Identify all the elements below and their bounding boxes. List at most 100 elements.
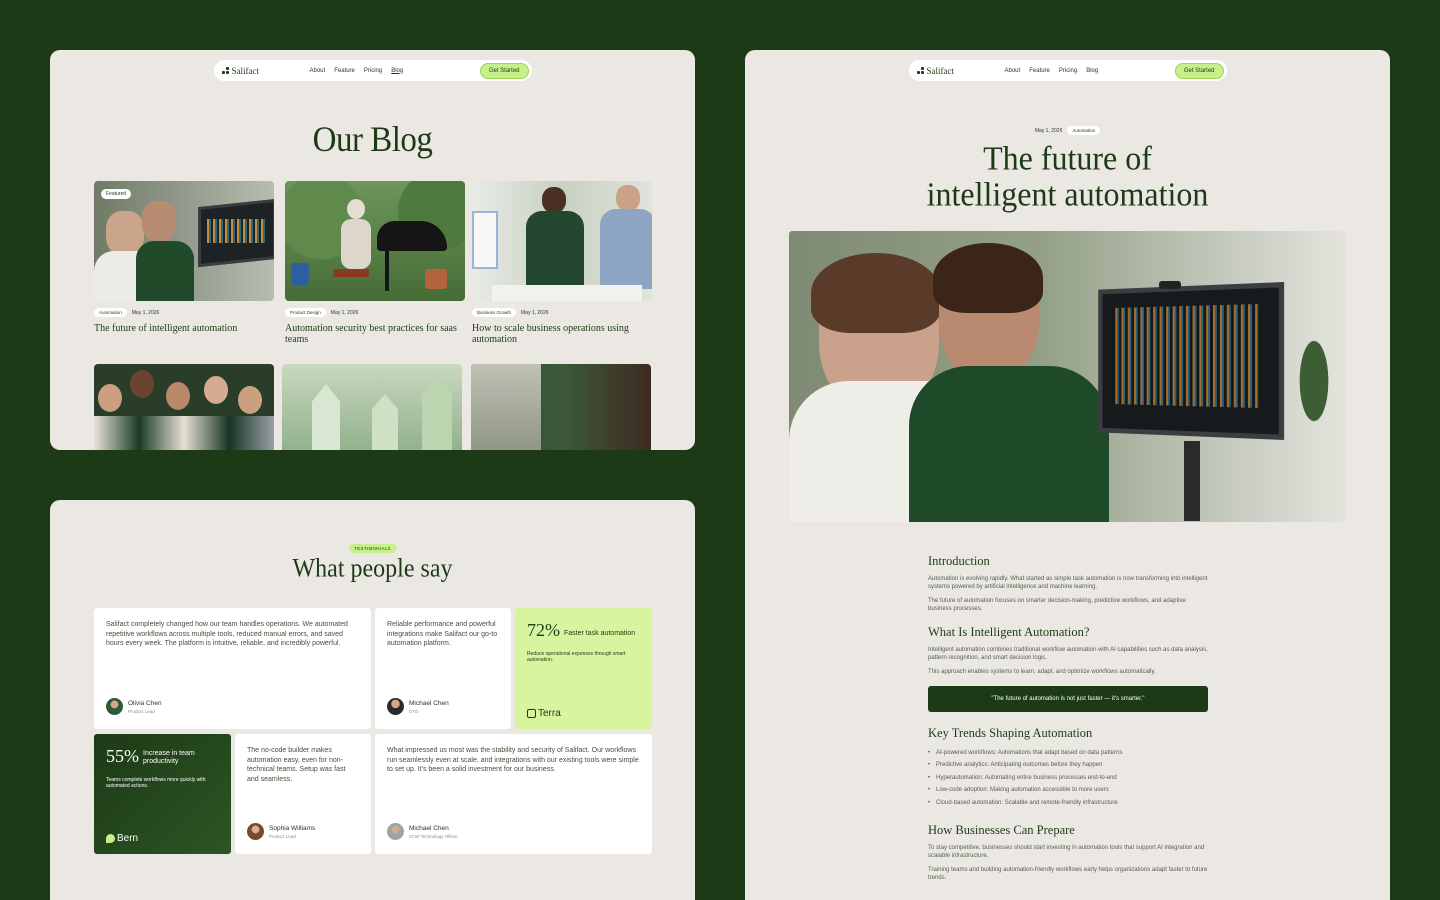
list-item: Predictive analytics: Anticipating outco… xyxy=(928,759,1208,772)
testimonial-card: Salifact completely changed how our team… xyxy=(94,608,371,729)
company-name: Terra xyxy=(538,708,561,719)
paragraph: Training teams and building automation-f… xyxy=(928,867,1208,882)
testimonial-card: What impressed us most was the stability… xyxy=(375,734,652,854)
nav-about[interactable]: About xyxy=(1005,68,1021,74)
blog-card[interactable]: Featured Automation May 1, 2026 The futur… xyxy=(94,181,274,334)
post-date: May 1, 2026 xyxy=(131,309,160,316)
post-date: May 1, 2026 xyxy=(1034,127,1063,134)
testimonials-panel: TESTIMONIALS What people say Salifact co… xyxy=(50,500,695,900)
post-title[interactable]: The future of intelligent automation xyxy=(94,323,269,334)
company-logo: Terra xyxy=(527,708,561,719)
brand-logo[interactable]: Salifact xyxy=(916,65,1005,76)
company-logo: Bern xyxy=(106,833,138,844)
author-role: Product Lead xyxy=(269,833,296,839)
section-heading: Key Trends Shaping Automation xyxy=(928,726,1093,740)
paragraph: Automation is evolving rapidly. What sta… xyxy=(928,576,1208,590)
nav-feature[interactable]: Feature xyxy=(1029,68,1050,74)
post-tag[interactable]: Business Growth xyxy=(472,308,517,317)
paragraph: To stay competitive, businesses should s… xyxy=(928,845,1205,860)
top-nav: Salifact About Feature Pricing Blog Get … xyxy=(908,60,1227,81)
testimonial-text: The no-code builder makes automation eas… xyxy=(247,747,346,783)
bern-logo-icon xyxy=(106,834,115,843)
blog-card-image[interactable] xyxy=(282,364,462,450)
list-item: Hyperautomation: Automating entire busin… xyxy=(928,772,1208,785)
article-body: Introduction Automation is evolving rapi… xyxy=(928,554,1208,888)
post-tag[interactable]: Product Design xyxy=(285,308,326,317)
testimonial-card: Reliable performance and powerful integr… xyxy=(375,608,511,729)
page-title: Our Blog xyxy=(312,120,433,160)
blog-card-image[interactable] xyxy=(471,364,651,450)
nav-pricing[interactable]: Pricing xyxy=(364,68,382,74)
nav-blog[interactable]: Blog xyxy=(1086,68,1098,74)
post-title[interactable]: How to scale business operations using a… xyxy=(472,323,647,345)
testimonial-text: What impressed us most was the stability… xyxy=(387,747,639,773)
author-name: Michael Chen xyxy=(409,699,449,707)
testimonials-pill: TESTIMONIALS xyxy=(348,544,397,553)
post-title[interactable]: Automation security best practices for s… xyxy=(285,323,460,345)
avatar xyxy=(387,823,404,840)
terra-logo-icon xyxy=(527,709,536,718)
section-heading: How Businesses Can Prepare xyxy=(928,823,1075,838)
section-title: What people say xyxy=(292,554,453,584)
nav-blog[interactable]: Blog xyxy=(391,68,403,74)
stat-value: 72% xyxy=(527,620,560,640)
section-heading: What Is Intelligent Automation? xyxy=(928,625,1090,639)
blog-card-image xyxy=(285,181,465,301)
nav-feature[interactable]: Feature xyxy=(334,68,355,74)
author-role: CTO xyxy=(409,708,419,714)
stat-subtext: Teams complete workflows more quickly wi… xyxy=(106,777,206,789)
stat-value: 55% xyxy=(106,746,139,766)
paragraph: This approach enables systems to learn, … xyxy=(928,669,1156,675)
testimonial-text: Reliable performance and powerful integr… xyxy=(387,621,498,647)
author-name: Michael Chen xyxy=(409,824,449,832)
post-title-line: intelligent automation xyxy=(926,174,1209,213)
stat-label: Increase in team productivity xyxy=(143,750,195,765)
stat-label: Faster task automation xyxy=(564,629,636,637)
post-title: The future of intelligent automation xyxy=(745,140,1390,211)
author-role: Product Lead xyxy=(128,708,155,714)
avatar xyxy=(387,698,404,715)
post-tag[interactable]: Automation xyxy=(1067,126,1101,135)
post-date: May 1, 2026 xyxy=(521,309,549,316)
post-date: May 1, 2026 xyxy=(330,309,359,316)
logo-icon xyxy=(916,66,925,75)
company-name: Bern xyxy=(117,833,139,844)
blog-post-panel: Salifact About Feature Pricing Blog Get … xyxy=(745,50,1390,900)
blog-page-panel: Salifact About Feature Pricing Blog Get … xyxy=(50,50,695,450)
brand-name: Salifact xyxy=(926,65,955,76)
post-title-line: The future of xyxy=(983,139,1152,178)
nav-about[interactable]: About xyxy=(310,68,326,74)
list-item: Cloud-based automation: Scalable and rem… xyxy=(928,797,1208,810)
get-started-button[interactable]: Get Started xyxy=(1174,62,1224,79)
blog-card-image xyxy=(472,181,652,301)
top-nav: Salifact About Feature Pricing Blog Get … xyxy=(213,60,532,81)
blog-card-image: Featured xyxy=(94,181,274,301)
post-tag[interactable]: Automation xyxy=(94,308,127,317)
blog-card[interactable]: Product Design May 1, 2026 Automation sec… xyxy=(285,181,465,345)
pull-quote: "The future of automation is not just fa… xyxy=(928,686,1208,712)
paragraph: Intelligent automation combines traditio… xyxy=(928,647,1208,661)
author-role: Chief Technology Officer xyxy=(409,833,458,839)
list-item: AI-powered workflows: Automations that a… xyxy=(928,747,1208,760)
blog-card-image[interactable] xyxy=(94,364,274,450)
stat-subtext: Reduce operational expenses through smar… xyxy=(527,651,626,663)
get-started-button[interactable]: Get Started xyxy=(479,62,529,79)
testimonial-text: Salifact completely changed how our team… xyxy=(106,621,348,647)
featured-badge: Featured xyxy=(101,189,132,199)
stat-card: 72% Faster task automation Reduce operati… xyxy=(515,608,652,729)
author-name: Sophia Williams xyxy=(269,824,316,832)
logo-icon xyxy=(221,66,230,75)
avatar xyxy=(247,823,264,840)
brand-logo[interactable]: Salifact xyxy=(221,65,310,76)
list-item: Low-code adoption: Making automation acc… xyxy=(928,784,1208,797)
hero-image xyxy=(789,231,1347,522)
testimonial-card: The no-code builder makes automation eas… xyxy=(235,734,371,854)
nav-pricing[interactable]: Pricing xyxy=(1059,68,1077,74)
author-name: Olivia Chen xyxy=(128,699,162,707)
blog-card[interactable]: Business Growth May 1, 2026 How to scale … xyxy=(472,181,652,345)
avatar xyxy=(106,698,123,715)
stat-card: 55% Increase in team productivity Teams c… xyxy=(94,734,231,854)
trends-list: AI-powered workflows: Automations that a… xyxy=(928,747,1208,809)
paragraph: The future of automation focuses on smar… xyxy=(928,598,1186,612)
brand-name: Salifact xyxy=(231,65,260,76)
